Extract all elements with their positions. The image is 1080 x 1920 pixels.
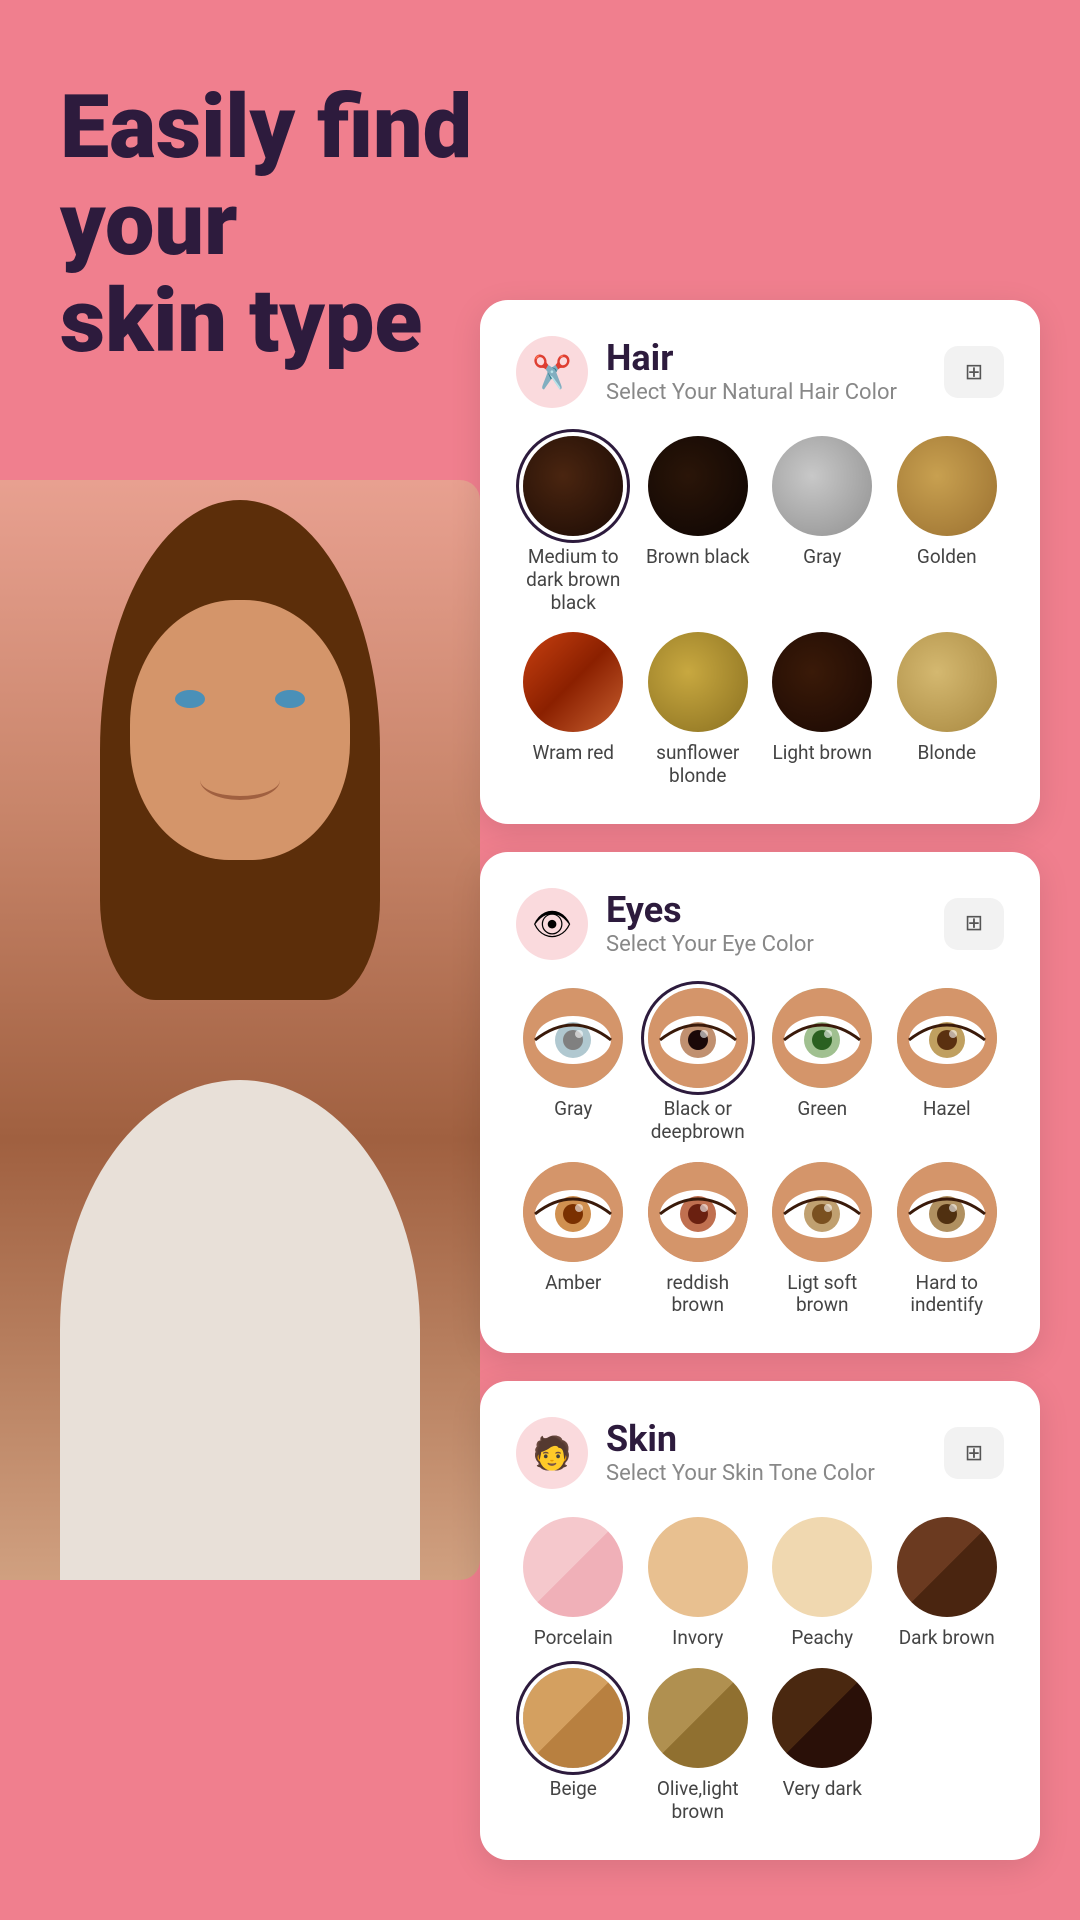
color-label: Peachy [791,1627,853,1650]
color-label: Dark brown [899,1627,995,1650]
color-label: sunflower blonde [641,742,756,788]
hair-subtitle: Select Your Natural Hair Color [606,380,897,405]
eye-color-black-deepbrown-eye[interactable]: Black or deepbrown [641,988,756,1144]
skin-icon: 🧑 [516,1417,588,1489]
color-label: Golden [917,546,977,569]
eyes-filter-button[interactable]: ⊞ [944,898,1004,950]
hair-color-warm-red[interactable]: Wram red [516,632,631,788]
hair-color-gray[interactable]: Gray [765,436,880,614]
skin-color-beige[interactable]: Beige [516,1668,631,1824]
hero-title: Easily find your skin type [60,80,620,370]
skin-color-very-dark[interactable]: Very dark [765,1668,880,1824]
eye-color-amber-eye[interactable]: Amber [516,1162,631,1318]
filter-icon: ⊞ [965,360,983,385]
color-label: Porcelain [534,1627,613,1650]
color-label: Invory [672,1627,723,1650]
eyes-color-grid: Gray Black or deepbrown Green Hazel Amber red… [516,988,1004,1317]
color-label: Hazel [923,1098,971,1121]
skin-card: 🧑 Skin Select Your Skin Tone Color ⊞ Por… [480,1381,1040,1859]
color-label: Black or deepbrown [641,1098,756,1144]
color-label: Gray [803,546,841,569]
eyes-card: 👁 Eyes Select Your Eye Color ⊞ Gray Black… [480,852,1040,1353]
eye-color-reddish-brown-eye[interactable]: reddish brown [641,1162,756,1318]
hair-card: ✂️ Hair Select Your Natural Hair Color ⊞… [480,300,1040,824]
hero-section: Easily find your skin type [60,80,620,370]
hair-filter-button[interactable]: ⊞ [944,346,1004,398]
eye-color-ligt-soft-brown-eye[interactable]: Ligt soft brown [765,1162,880,1318]
hair-color-brown-black[interactable]: Brown black [641,436,756,614]
eye-color-green-eye[interactable]: Green [765,988,880,1144]
skin-title: Skin [606,1420,875,1460]
cards-container: ✂️ Hair Select Your Natural Hair Color ⊞… [480,300,1040,1860]
eyes-icon: 👁 [516,888,588,960]
hair-color-sunflower-blonde[interactable]: sunflower blonde [641,632,756,788]
color-label: Brown black [646,546,750,569]
skin-filter-button[interactable]: ⊞ [944,1427,1004,1479]
skin-color-olive-light-brown[interactable]: Olive,light brown [641,1668,756,1824]
eyes-title: Eyes [606,891,814,931]
color-label: Ligt soft brown [765,1272,880,1318]
eye-color-gray-eye[interactable]: Gray [516,988,631,1144]
color-label: Wram red [533,742,615,765]
skin-subtitle: Select Your Skin Tone Color [606,1461,875,1486]
skin-card-header: 🧑 Skin Select Your Skin Tone Color ⊞ [516,1417,1004,1489]
color-label: Very dark [783,1778,862,1801]
hair-color-light-brown[interactable]: Light brown [765,632,880,788]
hair-color-blonde[interactable]: Blonde [890,632,1005,788]
filter-icon: ⊞ [965,1441,983,1466]
skin-color-porcelain[interactable]: Porcelain [516,1517,631,1650]
eyes-card-header: 👁 Eyes Select Your Eye Color ⊞ [516,888,1004,960]
skin-color-dark-brown[interactable]: Dark brown [890,1517,1005,1650]
eye-color-hazel-eye[interactable]: Hazel [890,988,1005,1144]
eye-color-hard-identify-eye[interactable]: Hard to indentify [890,1162,1005,1318]
color-label: reddish brown [641,1272,756,1318]
hair-title: Hair [606,339,897,379]
filter-icon: ⊞ [965,911,983,936]
color-label: Beige [550,1778,597,1801]
person-image [0,480,480,1580]
color-label: Gray [554,1098,592,1121]
hair-color-medium-dark-brown[interactable]: Medium to dark brown black [516,436,631,614]
hair-color-grid: Medium to dark brown black Brown black Gra… [516,436,1004,788]
color-label: Medium to dark brown black [516,546,631,614]
color-label: Hard to indentify [890,1272,1005,1318]
skin-color-peachy[interactable]: Peachy [765,1517,880,1650]
hair-color-golden[interactable]: Golden [890,436,1005,614]
eyes-subtitle: Select Your Eye Color [606,932,814,957]
color-label: Green [797,1098,847,1121]
color-label: Light brown [773,742,872,765]
color-label: Olive,light brown [641,1778,756,1824]
skin-color-ivory[interactable]: Invory [641,1517,756,1650]
color-label: Amber [545,1272,601,1295]
color-label: Blonde [917,742,976,765]
skin-color-grid: Porcelain Invory Peachy Dark brown Beige Oliv… [516,1517,1004,1823]
